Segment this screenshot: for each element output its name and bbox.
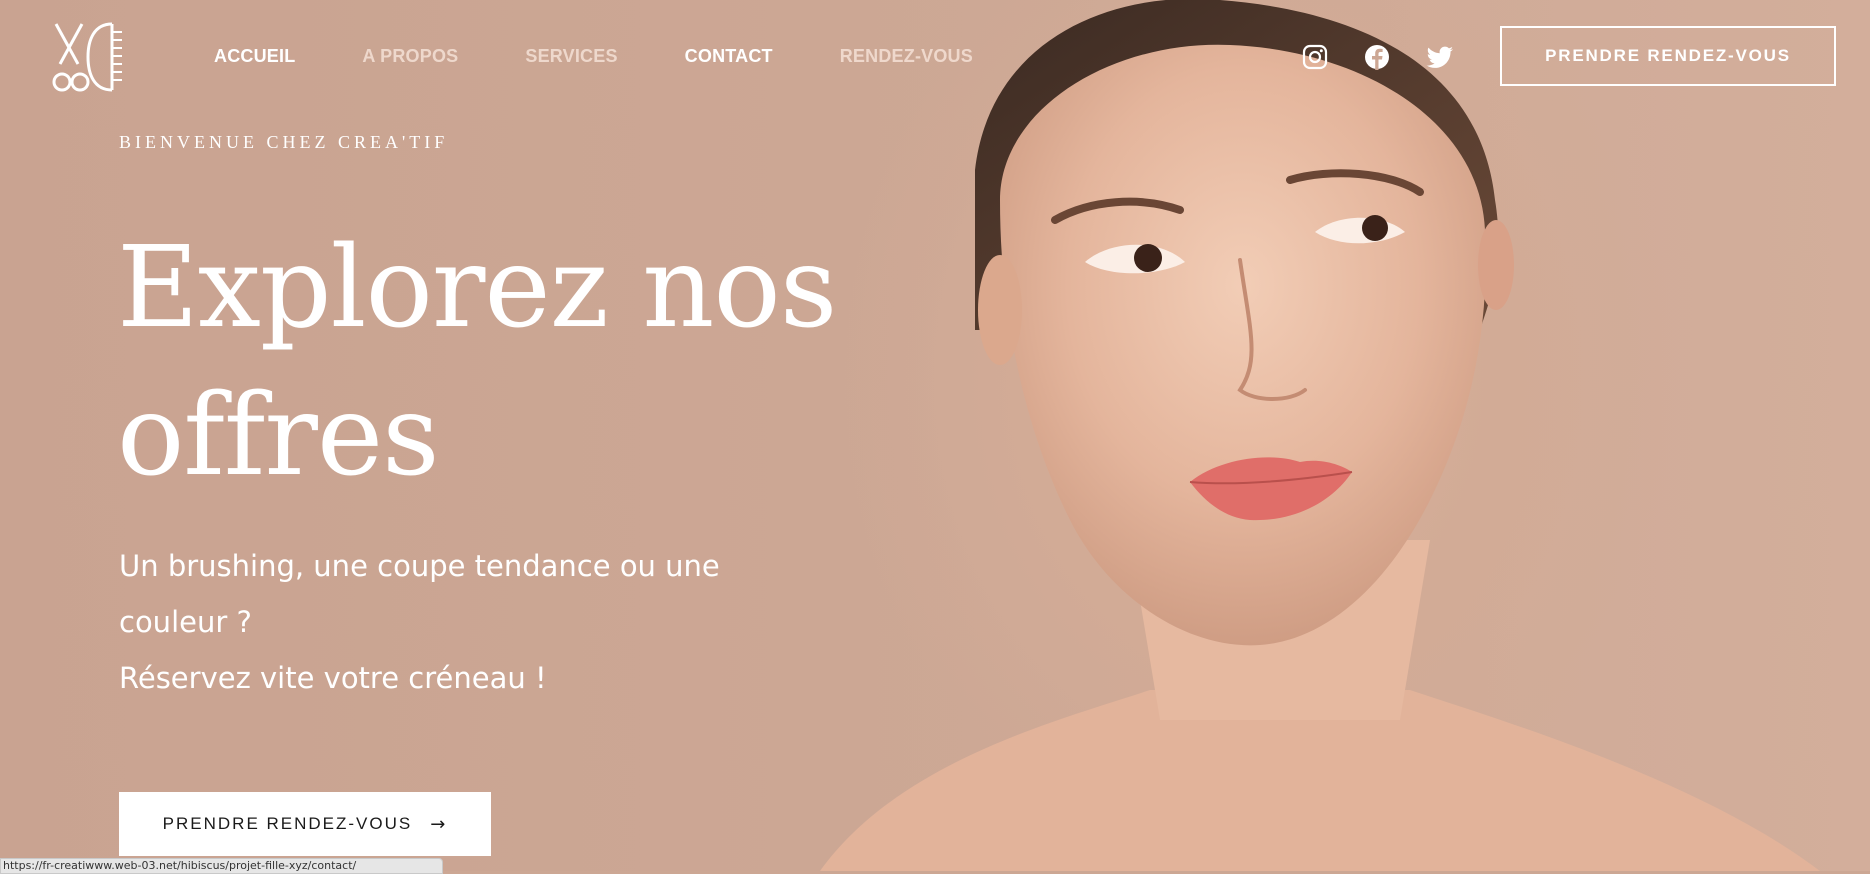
header-book-button[interactable]: PRENDRE RENDEZ-VOUS bbox=[1500, 26, 1836, 86]
subtitle-line-2: couleur ? bbox=[119, 605, 252, 639]
hero-headline: Explorez nos offres bbox=[117, 214, 877, 510]
hero-book-button-label: PRENDRE RENDEZ-VOUS bbox=[162, 814, 413, 833]
instagram-icon[interactable] bbox=[1302, 44, 1328, 70]
main-nav: ACCUEIL A PROPOS SERVICES CONTACT RENDEZ… bbox=[214, 46, 1040, 67]
headline-line-1: Explorez nos bbox=[117, 223, 837, 353]
nav-a-propos[interactable]: A PROPOS bbox=[362, 46, 458, 67]
hero-eyebrow: BIENVENUE CHEZ CREA'TIF bbox=[119, 132, 449, 152]
subtitle-line-1: Un brushing, une coupe tendance ou une bbox=[119, 549, 720, 583]
subtitle-line-3: Réservez vite votre créneau ! bbox=[119, 661, 547, 695]
nav-services[interactable]: SERVICES bbox=[525, 46, 617, 67]
hero-book-button[interactable]: PRENDRE RENDEZ-VOUS → bbox=[119, 792, 491, 856]
headline-line-2: offres bbox=[117, 371, 440, 501]
facebook-icon[interactable] bbox=[1364, 44, 1390, 70]
arrow-right-icon: → bbox=[430, 813, 448, 835]
nav-accueil[interactable]: ACCUEIL bbox=[214, 46, 295, 67]
status-bar-url: https://fr-creatiwww.web-03.net/hibiscus… bbox=[0, 858, 443, 874]
hero-subtitle: Un brushing, une coupe tendance ou une c… bbox=[119, 538, 759, 706]
nav-rendez-vous[interactable]: RENDEZ-VOUS bbox=[840, 46, 973, 67]
salon-logo[interactable] bbox=[52, 20, 128, 94]
nav-contact[interactable]: CONTACT bbox=[685, 46, 773, 67]
twitter-icon[interactable] bbox=[1426, 44, 1453, 70]
social-links bbox=[1302, 44, 1453, 70]
